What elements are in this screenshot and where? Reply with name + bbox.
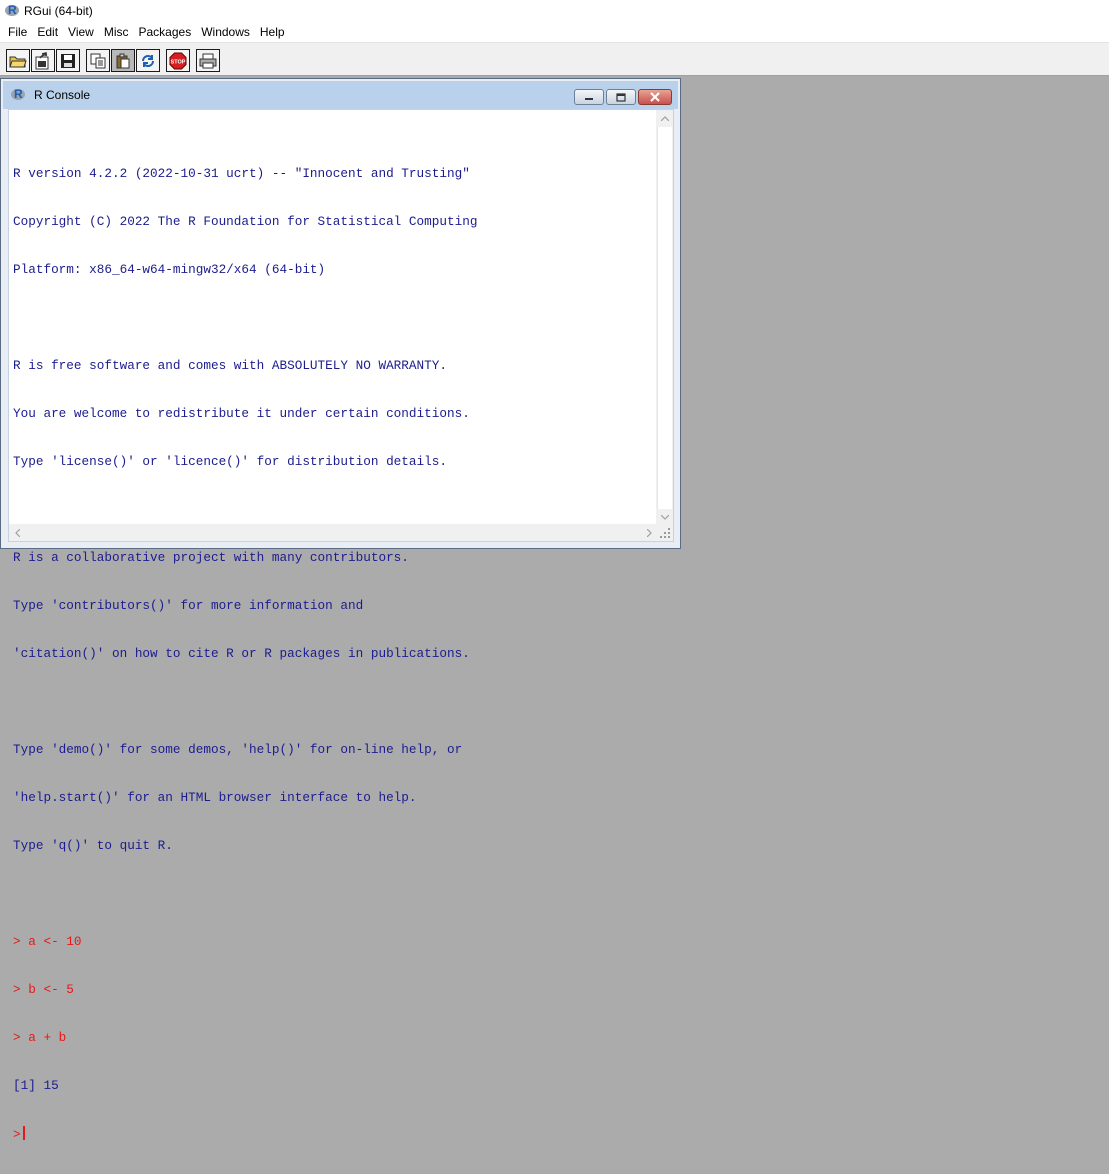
r-logo-icon: R [5, 3, 19, 18]
vertical-scrollbar[interactable] [656, 110, 673, 526]
menu-windows[interactable]: Windows [196, 25, 255, 39]
menu-help[interactable]: Help [255, 25, 290, 39]
stop-label: STOP [171, 59, 186, 65]
r-logo-icon: R [11, 87, 25, 102]
load-workspace-icon [35, 51, 49, 69]
mdi-workspace [681, 78, 1109, 621]
close-icon [650, 92, 660, 102]
print-icon [199, 53, 217, 68]
prompt: > [13, 1127, 21, 1142]
close-button[interactable] [638, 89, 672, 105]
command-line: > a <- 10 [13, 934, 82, 949]
open-script-icon [9, 56, 27, 67]
minimize-icon [585, 98, 593, 100]
save-workspace-button[interactable] [56, 49, 80, 72]
text-cursor [22, 1126, 25, 1140]
stop-icon: STOP [169, 52, 187, 69]
r-console-window: R R Console R version 4.2.2 (2022-10-31 … [0, 78, 681, 1142]
console-titlebar[interactable]: R R Console [3, 81, 678, 109]
output-line: Platform: x86_64-w64-mingw32/x64 (64-bit… [13, 262, 326, 277]
scroll-left-arrow-icon[interactable] [9, 524, 26, 541]
paste-icon [116, 53, 130, 68]
menu-file[interactable]: File [3, 25, 32, 39]
menubar: File Edit View Misc Packages Windows Hel… [0, 22, 1109, 42]
output-line: R is a collaborative project with many c… [13, 550, 409, 565]
menu-packages[interactable]: Packages [134, 25, 197, 39]
result-line: [1] 15 [13, 1078, 59, 1093]
output-line: 'citation()' on how to cite R or R packa… [13, 646, 470, 661]
window-controls [574, 89, 672, 105]
minimize-button[interactable] [574, 89, 604, 105]
paste-button[interactable] [111, 49, 135, 72]
load-workspace-button[interactable] [31, 49, 55, 72]
open-script-button[interactable] [6, 49, 30, 72]
resize-grip-icon[interactable] [656, 524, 673, 541]
restore-button[interactable] [606, 89, 636, 105]
output-line: Type 'demo()' for some demos, 'help()' f… [13, 742, 463, 757]
restore-icon [616, 92, 626, 102]
output-line: Type 'q()' to quit R. [13, 838, 173, 853]
console-output: R version 4.2.2 (2022-10-31 ucrt) -- "In… [13, 134, 653, 1174]
output-line: Type 'contributors()' for more informati… [13, 598, 364, 613]
copy-paste-button[interactable] [136, 49, 160, 72]
copy-paste-icon [142, 54, 154, 67]
output-line: Type 'license()' or 'licence()' for dist… [13, 454, 447, 469]
vertical-scroll-thumb[interactable] [657, 127, 672, 509]
print-button[interactable] [196, 49, 220, 72]
output-line: Copyright (C) 2022 The R Foundation for … [13, 214, 478, 229]
copy-icon [90, 53, 106, 68]
console-title: R Console [34, 88, 91, 102]
menu-view[interactable]: View [63, 25, 99, 39]
output-line: R version 4.2.2 (2022-10-31 ucrt) -- "In… [13, 166, 470, 181]
menu-misc[interactable]: Misc [99, 25, 134, 39]
save-workspace-icon [61, 53, 75, 68]
app-title: RGui (64-bit) [24, 4, 93, 18]
prompt-line[interactable]: > [13, 1126, 653, 1142]
horizontal-scrollbar[interactable] [9, 524, 658, 541]
console-area[interactable]: R version 4.2.2 (2022-10-31 ucrt) -- "In… [8, 109, 674, 1142]
output-line: R is free software and comes with ABSOLU… [13, 358, 447, 373]
toolbar: STOP [0, 42, 1109, 76]
stop-button[interactable]: STOP [166, 49, 190, 72]
scroll-up-arrow-icon[interactable] [656, 110, 673, 127]
output-line: 'help.start()' for an HTML browser inter… [13, 790, 417, 805]
app-titlebar: R RGui (64-bit) [0, 0, 1109, 22]
output-line: You are welcome to redistribute it under… [13, 406, 470, 421]
command-line: > a + b [13, 1030, 67, 1045]
copy-button[interactable] [86, 49, 110, 72]
menu-edit[interactable]: Edit [32, 25, 63, 39]
command-line: > b <- 5 [13, 982, 74, 997]
